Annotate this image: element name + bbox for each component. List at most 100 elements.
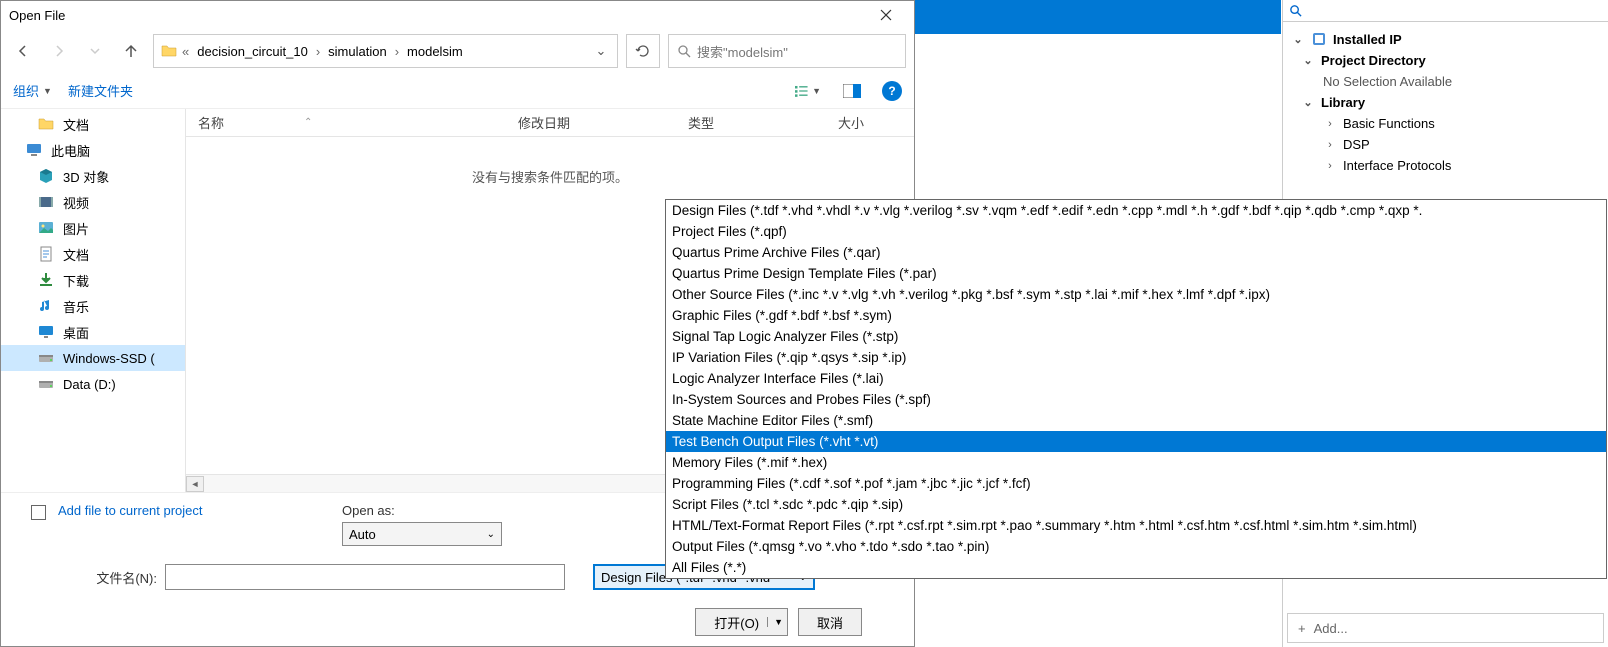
filetype-option[interactable]: All Files (*.*) bbox=[666, 557, 1606, 578]
filetype-option[interactable]: State Machine Editor Files (*.smf) bbox=[666, 410, 1606, 431]
arrow-right-icon bbox=[52, 44, 66, 58]
open-as-label: Open as: bbox=[342, 503, 502, 518]
list-view-icon bbox=[795, 84, 810, 98]
filetype-option[interactable]: Quartus Prime Design Template Files (*.p… bbox=[666, 263, 1606, 284]
library-item[interactable]: ›DSP bbox=[1283, 134, 1608, 155]
scroll-left-icon[interactable]: ◄ bbox=[186, 476, 204, 492]
project-directory-node[interactable]: ⌄ Project Directory bbox=[1283, 50, 1608, 71]
search-icon bbox=[677, 44, 691, 58]
toolbar: 组织 ▼ 新建文件夹 ▼ ? bbox=[1, 73, 914, 109]
sidebar-item[interactable]: 此电脑 bbox=[1, 137, 185, 163]
sidebar-item[interactable]: 3D 对象 bbox=[1, 163, 185, 189]
filetype-option[interactable]: Other Source Files (*.inc *.v *.vlg *.vh… bbox=[666, 284, 1606, 305]
nav-row: « decision_circuit_10 › simulation › mod… bbox=[1, 29, 914, 73]
refresh-button[interactable] bbox=[626, 34, 660, 68]
pic-icon bbox=[37, 219, 55, 237]
open-button[interactable]: 打开(O) ▼ bbox=[695, 608, 788, 636]
preview-pane-icon bbox=[843, 84, 861, 98]
filetype-option[interactable]: Signal Tap Logic Analyzer Files (*.stp) bbox=[666, 326, 1606, 347]
cancel-button[interactable]: 取消 bbox=[798, 608, 862, 636]
sidebar-item[interactable]: 视频 bbox=[1, 189, 185, 215]
close-button[interactable] bbox=[866, 1, 906, 29]
titlebar: Open File bbox=[1, 1, 914, 29]
help-button[interactable]: ? bbox=[882, 81, 902, 101]
installed-ip-node[interactable]: ⌄ Installed IP bbox=[1283, 28, 1608, 50]
sidebar-item[interactable]: 图片 bbox=[1, 215, 185, 241]
back-button[interactable] bbox=[9, 37, 37, 65]
filetype-dropdown-list: Design Files (*.tdf *.vhd *.vhdl *.v *.v… bbox=[665, 199, 1607, 579]
column-name[interactable]: 名称⌃ bbox=[186, 113, 506, 132]
sidebar-item[interactable]: 文档 bbox=[1, 241, 185, 267]
refresh-icon bbox=[635, 43, 651, 59]
plus-icon: + bbox=[1298, 621, 1306, 636]
add-ip-button[interactable]: + Add... bbox=[1287, 613, 1604, 643]
breadcrumb-prefix: « bbox=[182, 44, 189, 59]
chevron-right-icon: › bbox=[1323, 160, 1337, 172]
address-bar[interactable]: « decision_circuit_10 › simulation › mod… bbox=[153, 34, 618, 68]
breadcrumb-item[interactable]: simulation bbox=[324, 42, 391, 61]
sidebar-item[interactable]: Data (D:) bbox=[1, 371, 185, 397]
preview-pane-toggle[interactable] bbox=[838, 79, 866, 103]
library-item[interactable]: ›Basic Functions bbox=[1283, 113, 1608, 134]
chevron-down-icon[interactable]: ▼ bbox=[767, 617, 783, 627]
video-icon bbox=[37, 193, 55, 211]
chevron-right-icon: › bbox=[1323, 118, 1337, 130]
ip-icon bbox=[1311, 31, 1327, 47]
forward-button[interactable] bbox=[45, 37, 73, 65]
drive-icon bbox=[37, 349, 55, 367]
arrow-left-icon bbox=[16, 44, 30, 58]
add-to-project-checkbox[interactable] bbox=[31, 505, 46, 520]
recent-dropdown[interactable] bbox=[81, 37, 109, 65]
chevron-down-icon bbox=[88, 44, 102, 58]
filetype-option[interactable]: Logic Analyzer Interface Files (*.lai) bbox=[666, 368, 1606, 389]
pc-icon bbox=[25, 141, 43, 159]
sidebar-item[interactable]: 下载 bbox=[1, 267, 185, 293]
ip-search-input[interactable] bbox=[1283, 0, 1608, 22]
filetype-option[interactable]: IP Variation Files (*.qip *.qsys *.sip *… bbox=[666, 347, 1606, 368]
library-node[interactable]: ⌄ Library bbox=[1283, 92, 1608, 113]
close-icon bbox=[880, 9, 892, 21]
doc-icon bbox=[37, 245, 55, 263]
chevron-right-icon: › bbox=[316, 44, 320, 59]
filetype-option[interactable]: Programming Files (*.cdf *.sof *.pof *.j… bbox=[666, 473, 1606, 494]
drive-icon bbox=[37, 375, 55, 393]
filetype-option[interactable]: Design Files (*.tdf *.vhd *.vhdl *.v *.v… bbox=[666, 200, 1606, 221]
open-as-select[interactable]: Auto ⌄ bbox=[342, 522, 502, 546]
search-icon bbox=[1289, 4, 1302, 17]
no-selection-label: No Selection Available bbox=[1283, 71, 1608, 92]
sidebar-item[interactable]: Windows-SSD ( bbox=[1, 345, 185, 371]
filetype-option[interactable]: Memory Files (*.mif *.hex) bbox=[666, 452, 1606, 473]
new-folder-button[interactable]: 新建文件夹 bbox=[68, 81, 133, 100]
breadcrumb-item[interactable]: modelsim bbox=[403, 42, 467, 61]
expand-icon: ⌄ bbox=[1301, 96, 1315, 109]
3d-icon bbox=[37, 167, 55, 185]
column-type[interactable]: 类型 bbox=[676, 113, 826, 132]
dialog-title: Open File bbox=[9, 8, 866, 23]
up-button[interactable] bbox=[117, 37, 145, 65]
chevron-down-icon: ⌄ bbox=[487, 529, 495, 540]
view-options[interactable]: ▼ bbox=[794, 79, 822, 103]
sidebar-item[interactable]: 音乐 bbox=[1, 293, 185, 319]
filetype-option[interactable]: Script Files (*.tcl *.sdc *.pdc *.qip *.… bbox=[666, 494, 1606, 515]
filetype-option[interactable]: HTML/Text-Format Report Files (*.rpt *.c… bbox=[666, 515, 1606, 536]
filetype-option[interactable]: Project Files (*.qpf) bbox=[666, 221, 1606, 242]
address-dropdown[interactable]: ⌄ bbox=[591, 43, 611, 59]
folder-icon bbox=[160, 42, 178, 60]
library-item[interactable]: ›Interface Protocols bbox=[1283, 155, 1608, 176]
column-headers: 名称⌃ 修改日期 类型 大小 bbox=[186, 109, 914, 137]
filetype-option[interactable]: Test Bench Output Files (*.vht *.vt) bbox=[666, 431, 1606, 452]
sidebar-item[interactable]: 桌面 bbox=[1, 319, 185, 345]
filetype-option[interactable]: Quartus Prime Archive Files (*.qar) bbox=[666, 242, 1606, 263]
filename-input[interactable] bbox=[165, 564, 565, 590]
search-input[interactable]: 搜索"modelsim" bbox=[668, 34, 906, 68]
column-date[interactable]: 修改日期 bbox=[506, 113, 676, 132]
organize-menu[interactable]: 组织 ▼ bbox=[13, 81, 52, 100]
sidebar-item[interactable]: 文档 bbox=[1, 111, 185, 137]
music-icon bbox=[37, 297, 55, 315]
filetype-option[interactable]: Output Files (*.qmsg *.vo *.vho *.tdo *.… bbox=[666, 536, 1606, 557]
breadcrumb-item[interactable]: decision_circuit_10 bbox=[193, 42, 312, 61]
filetype-option[interactable]: In-System Sources and Probes Files (*.sp… bbox=[666, 389, 1606, 410]
column-size[interactable]: 大小 bbox=[826, 113, 876, 132]
filetype-option[interactable]: Graphic Files (*.gdf *.bdf *.bsf *.sym) bbox=[666, 305, 1606, 326]
search-placeholder: 搜索"modelsim" bbox=[697, 42, 788, 61]
